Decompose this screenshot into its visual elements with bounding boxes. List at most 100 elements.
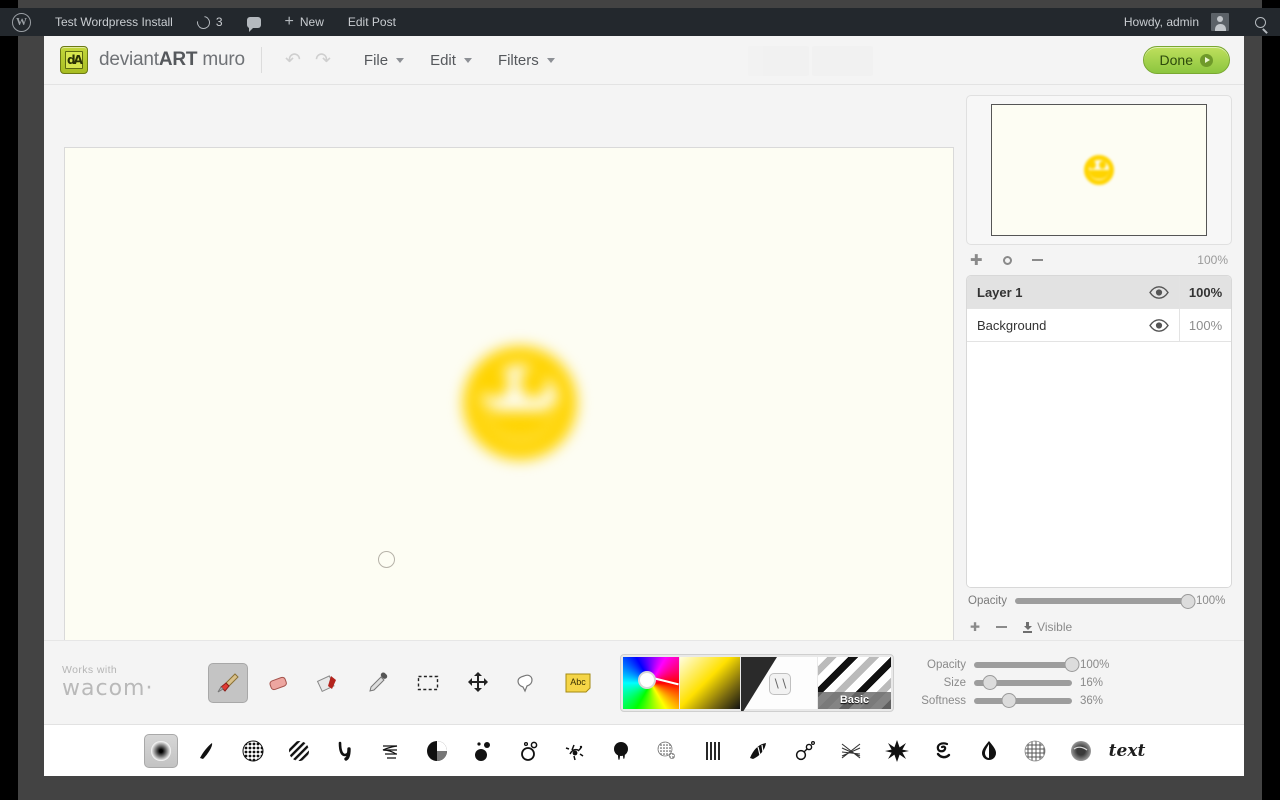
layer-opacity-slider[interactable] <box>1015 593 1196 609</box>
account-menu[interactable]: Howdy, admin <box>1112 8 1241 36</box>
done-button[interactable]: Done <box>1142 46 1230 74</box>
swirl-brush[interactable] <box>926 734 960 768</box>
fan-brush[interactable] <box>742 734 776 768</box>
ink-drop-brush[interactable] <box>972 734 1006 768</box>
move-tool[interactable] <box>458 663 498 703</box>
admin-search-button[interactable] <box>1241 8 1280 36</box>
brush-softness-slider[interactable] <box>974 693 1072 708</box>
muro-header: dA deviantART muro ↶ ↷ File Edit Filters… <box>44 36 1244 85</box>
ribbon-stroke-brush[interactable] <box>328 734 362 768</box>
outline-bubble-brush[interactable] <box>512 734 546 768</box>
thumb-right-eye <box>1099 161 1106 169</box>
dot-cluster-brush[interactable] <box>466 734 500 768</box>
value-gradient[interactable] <box>680 656 740 709</box>
eye-icon[interactable] <box>1139 285 1179 299</box>
chevron-down-icon <box>463 57 472 63</box>
hatched-circle-brush[interactable] <box>282 734 316 768</box>
add-layer-button[interactable]: ✚ <box>970 621 980 633</box>
zoom-out-icon[interactable] <box>1031 258 1043 262</box>
menu-file[interactable]: File <box>364 52 405 69</box>
text-tool[interactable]: Abc <box>558 663 598 703</box>
zoom-reset-icon[interactable] <box>1002 255 1012 265</box>
slider-knob[interactable] <box>1180 593 1196 609</box>
sponge-brush[interactable] <box>1018 734 1052 768</box>
zoom-in-icon[interactable]: ✚ <box>970 253 983 268</box>
rake-lines-brush[interactable] <box>696 734 730 768</box>
edit-post-link[interactable]: Edit Post <box>336 8 408 36</box>
smudge-tool[interactable] <box>508 663 548 703</box>
grain-ball-brush[interactable] <box>1064 734 1098 768</box>
soft-round-brush[interactable] <box>144 725 178 768</box>
svg-text:Abc: Abc <box>570 677 586 687</box>
drawing-canvas[interactable] <box>64 147 954 692</box>
brush-opacity-slider[interactable] <box>974 657 1080 672</box>
site-title-link[interactable]: Test Wordpress Install <box>43 8 185 36</box>
speckle-brush[interactable] <box>650 734 684 768</box>
thumb-left-eye <box>1089 161 1096 169</box>
canvas-thumbnail[interactable] <box>991 104 1207 236</box>
slider-knob[interactable] <box>982 675 998 690</box>
undo-icon[interactable]: ↶ <box>278 49 308 72</box>
edit-post-label: Edit Post <box>347 15 396 29</box>
menu-filters[interactable]: Filters <box>498 52 555 69</box>
brush-tool[interactable] <box>208 662 248 703</box>
chain-brush[interactable] <box>788 734 822 768</box>
swap-colors-icon[interactable]: ∖∖ <box>769 672 791 695</box>
brush-size-slider[interactable] <box>974 675 1072 690</box>
menu-edit[interactable]: Edit <box>430 52 472 69</box>
comments-link[interactable] <box>235 8 273 36</box>
layer-name: Layer 1 <box>977 284 1023 300</box>
table-row[interactable]: Layer 1 100% <box>967 276 1231 309</box>
done-label: Done <box>1159 52 1193 68</box>
layer-visible-toggle[interactable]: Visible <box>1023 620 1072 634</box>
half-tone-brush[interactable] <box>420 734 454 768</box>
muro-application: dA deviantART muro ↶ ↷ File Edit Filters… <box>44 36 1244 776</box>
wordpress-logo-button[interactable] <box>0 8 43 36</box>
dotted-grid-brush[interactable] <box>236 734 270 768</box>
blender-tool[interactable] <box>308 663 348 703</box>
eraser-tool[interactable] <box>258 663 298 703</box>
texture-preview[interactable]: Basic <box>818 656 891 709</box>
remove-layer-button[interactable] <box>996 625 1008 629</box>
drip-blob-brush[interactable] <box>604 734 638 768</box>
redo-icon[interactable]: ↷ <box>308 49 338 72</box>
starburst-brush[interactable] <box>880 734 914 768</box>
avatar-icon <box>1211 13 1229 31</box>
splatter-brush[interactable] <box>558 734 592 768</box>
layer-name: Background <box>977 317 1047 333</box>
chevron-down-icon <box>546 57 555 63</box>
updates-link[interactable]: 3 <box>185 8 235 36</box>
right-panel: ✚ 100% Layer 1 100% Background 100% Opac… <box>954 85 1244 640</box>
brush-cursor <box>378 551 395 568</box>
color-swatch-panel[interactable]: ∖∖ Basic <box>620 653 894 712</box>
wordpress-admin-bar: Test Wordpress Install 3 + New Edit Post… <box>0 8 1280 36</box>
selection-tool[interactable] <box>408 663 448 703</box>
layer-opacity-value[interactable]: 100% <box>1179 276 1231 308</box>
new-content-link[interactable]: + New <box>273 8 336 36</box>
slider-knob[interactable] <box>1001 693 1017 708</box>
menu-filters-label: Filters <box>497 51 539 69</box>
wacom-tagline: Works with <box>62 664 118 676</box>
bottom-toolbar: Works with wacom· Abc ∖∖ Basic Opacity 1… <box>44 640 1244 724</box>
eye-icon[interactable] <box>1139 318 1179 332</box>
table-row[interactable]: Background 100% <box>967 309 1231 342</box>
color-swatch[interactable]: ∖∖ <box>741 656 817 711</box>
download-icon <box>1023 621 1033 633</box>
eyedropper-tool[interactable] <box>358 663 398 703</box>
navigator-panel[interactable] <box>966 95 1232 245</box>
text-brush[interactable]: text <box>1109 734 1146 768</box>
wacom-brand: wacom· <box>62 676 154 701</box>
left-eye <box>482 368 509 398</box>
color-wheel-handle[interactable] <box>637 671 656 690</box>
slider-knob[interactable] <box>1064 657 1080 672</box>
comment-bubble-icon <box>246 16 261 32</box>
crosshatch-brush[interactable] <box>834 734 868 768</box>
plus-icon: + <box>284 13 294 30</box>
new-label: New <box>299 15 324 29</box>
layer-opacity-value[interactable]: 100% <box>1179 309 1231 341</box>
chevron-down-icon <box>396 57 405 63</box>
hard-tapered-brush[interactable] <box>190 734 224 768</box>
color-wheel[interactable] <box>623 656 679 709</box>
scribble-brush[interactable] <box>374 734 408 768</box>
layer-opacity-value-label: 100% <box>1196 595 1226 607</box>
